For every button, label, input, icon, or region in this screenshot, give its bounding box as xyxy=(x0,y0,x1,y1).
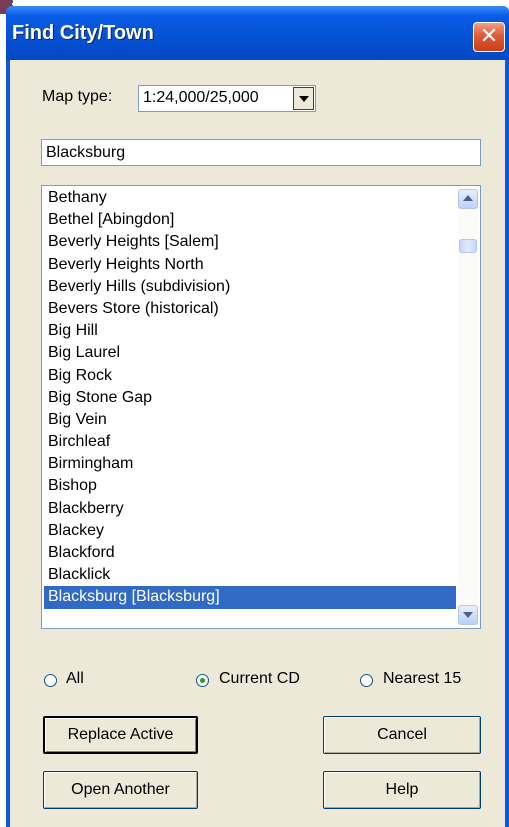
list-item-selected[interactable]: Blacksburg [Blacksburg] xyxy=(44,586,456,609)
chevron-down-icon[interactable] xyxy=(293,87,314,110)
scroll-thumb[interactable] xyxy=(459,239,477,253)
list-item[interactable]: Big Hill xyxy=(44,320,456,342)
close-icon: ✕ xyxy=(479,24,499,49)
scroll-up-icon[interactable] xyxy=(458,189,478,209)
list-item[interactable]: Blackey xyxy=(44,520,456,542)
cancel-button[interactable]: Cancel xyxy=(323,716,481,754)
list-scrollbar[interactable] xyxy=(457,187,479,627)
list-item[interactable]: Bethany xyxy=(44,187,456,209)
list-item[interactable]: Beverly Heights North xyxy=(44,254,456,276)
radio-label-current-cd: Current CD xyxy=(219,670,300,687)
list-item[interactable]: Bishop xyxy=(44,475,456,497)
title-bar[interactable]: Find City/Town ✕ xyxy=(6,6,509,60)
list-item[interactable]: Big Vein xyxy=(44,409,456,431)
list-item[interactable]: Big Stone Gap xyxy=(44,387,456,409)
list-item[interactable]: Birchleaf xyxy=(44,431,456,453)
map-type-label: Map type: xyxy=(42,88,113,105)
list-item[interactable]: Bevers Store (historical) xyxy=(44,298,456,320)
list-item[interactable]: Big Laurel xyxy=(44,342,456,364)
replace-active-button[interactable]: Replace Active xyxy=(43,716,198,754)
radio-button-nearest-15[interactable] xyxy=(360,674,373,687)
radio-button-current-cd[interactable] xyxy=(196,674,209,687)
list-item[interactable]: Bethel [Abingdon] xyxy=(44,209,456,231)
list-item[interactable]: Big Rock xyxy=(44,365,456,387)
radio-label-all: All xyxy=(66,670,84,687)
map-type-value: 1:24,000/25,000 xyxy=(143,89,259,106)
dialog-body: Map type: 1:24,000/25,000 Bethany Bethel… xyxy=(10,60,505,827)
map-type-select[interactable]: 1:24,000/25,000 xyxy=(138,85,316,112)
dialog-title: Find City/Town xyxy=(12,22,154,44)
list-item[interactable]: Beverly Hills (subdivision) xyxy=(44,276,456,298)
scroll-down-icon[interactable] xyxy=(458,605,478,625)
radio-label-nearest-15: Nearest 15 xyxy=(383,670,462,687)
list-item[interactable]: Birmingham xyxy=(44,453,456,475)
list-item[interactable]: Blacklick xyxy=(44,564,456,586)
list-item[interactable]: Blackberry xyxy=(44,498,456,520)
city-search-input[interactable] xyxy=(41,139,481,166)
city-results-list[interactable]: Bethany Bethel [Abingdon] Beverly Height… xyxy=(41,185,481,629)
radio-button-all[interactable] xyxy=(44,674,57,687)
find-city-dialog: Find City/Town ✕ Map type: 1:24,000/25,0… xyxy=(6,6,509,827)
close-button[interactable]: ✕ xyxy=(473,22,505,52)
open-another-button[interactable]: Open Another xyxy=(43,771,198,809)
list-item[interactable]: Beverly Heights [Salem] xyxy=(44,231,456,253)
city-results-items: Bethany Bethel [Abingdon] Beverly Height… xyxy=(44,187,456,609)
list-item[interactable]: Blackford xyxy=(44,542,456,564)
help-button[interactable]: Help xyxy=(323,771,481,809)
